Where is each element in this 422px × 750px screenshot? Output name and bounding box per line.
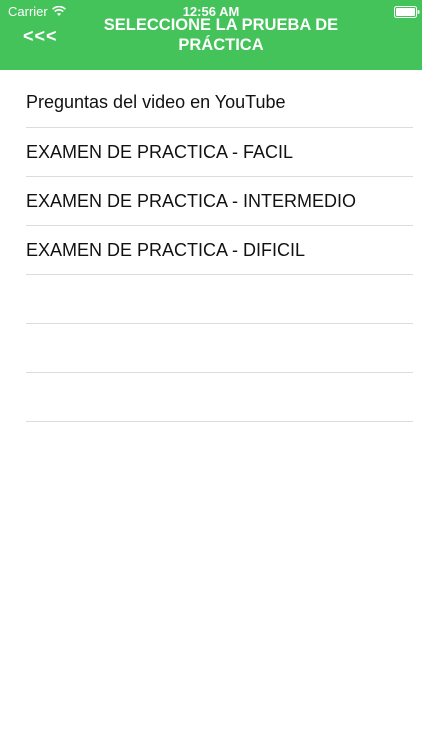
- list-item-label: EXAMEN DE PRACTICA - FACIL: [26, 141, 294, 162]
- list-item-label: Preguntas del video en YouTube: [26, 92, 286, 112]
- list-item-exam-facil[interactable]: EXAMEN DE PRACTICA - FACIL: [26, 128, 413, 177]
- back-button[interactable]: <<<: [23, 26, 58, 47]
- list-item-empty: [26, 373, 413, 422]
- navigation-header: Carrier 12:56 AM <<< SELECCIONE LA PRUEB…: [0, 0, 422, 70]
- list-item-exam-dificil[interactable]: EXAMEN DE PRACTICA - DIFICIL: [26, 226, 413, 275]
- list-item-label: EXAMEN DE PRACTICA - DIFICIL: [26, 239, 306, 260]
- practice-test-list: Preguntas del video en YouTube EXAMEN DE…: [0, 78, 422, 422]
- app-screen: Carrier 12:56 AM <<< SELECCIONE LA PRUEB…: [0, 0, 422, 750]
- title-line-1: SELECCIONE LA PRUEBA DE: [103, 16, 339, 34]
- list-item-label: EXAMEN DE PRACTICA - INTERMEDIO: [26, 190, 357, 211]
- list-item-empty: [26, 324, 413, 373]
- battery-icon: [394, 6, 420, 18]
- list-item-youtube-questions[interactable]: Preguntas del video en YouTube: [26, 78, 413, 128]
- title-line-2: PRÁCTICA: [178, 36, 264, 54]
- page-title: SELECCIONE LA PRUEBA DE PRÁCTICA: [70, 15, 372, 55]
- list-item-empty: [26, 275, 413, 324]
- list-item-exam-intermedio[interactable]: EXAMEN DE PRACTICA - INTERMEDIO: [26, 177, 413, 226]
